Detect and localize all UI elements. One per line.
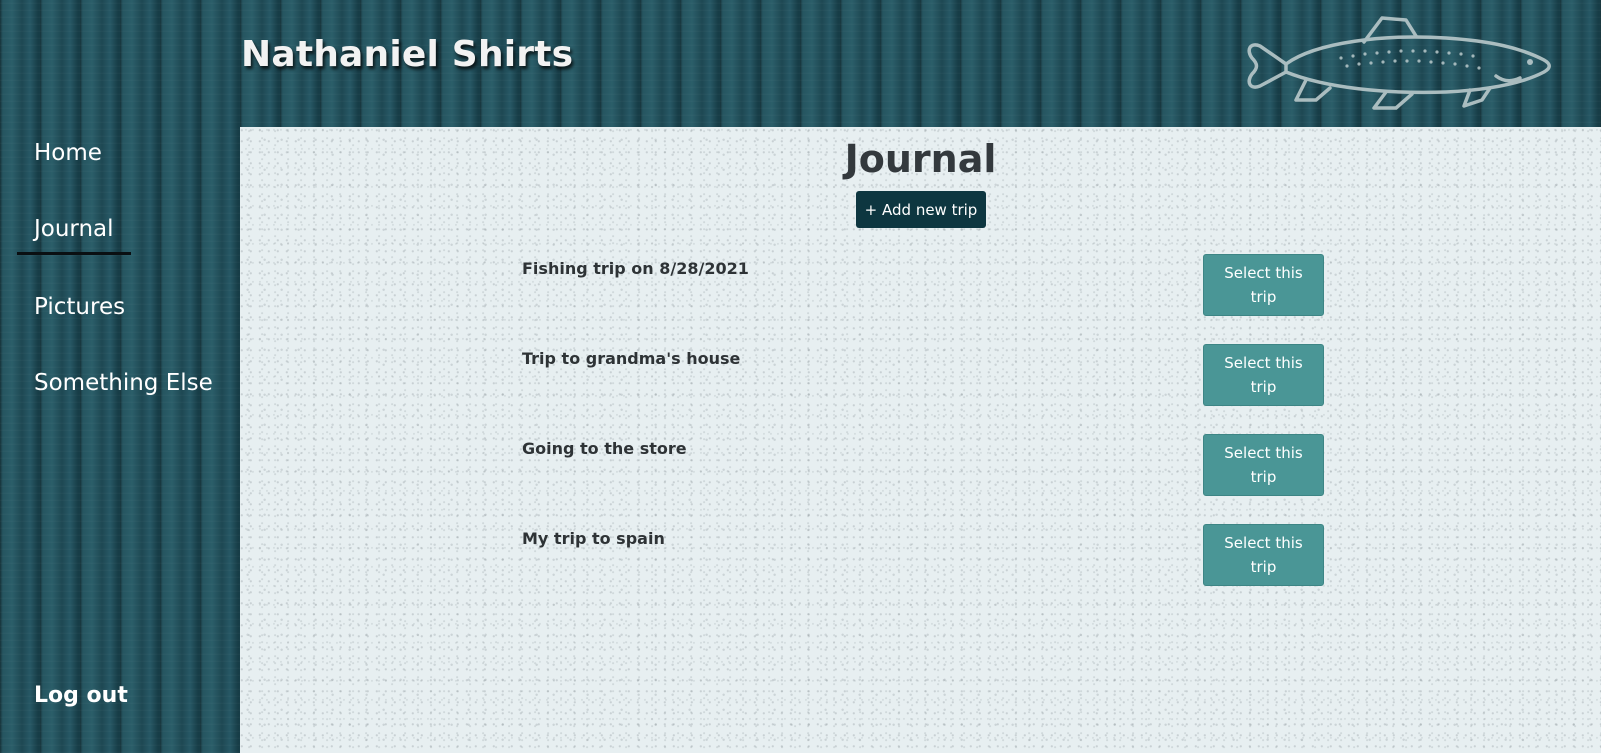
trip-row: Fishing trip on 8/28/2021 Select this tr… bbox=[240, 254, 1601, 316]
sidebar-item-journal[interactable]: Journal bbox=[34, 216, 114, 242]
select-trip-button[interactable]: Select this trip bbox=[1203, 434, 1324, 496]
sidebar-item-home[interactable]: Home bbox=[34, 140, 102, 166]
trip-title: My trip to spain bbox=[522, 529, 665, 548]
select-trip-button[interactable]: Select this trip bbox=[1203, 524, 1324, 586]
trip-row: My trip to spain Select this trip bbox=[240, 524, 1601, 586]
page-title: Journal bbox=[844, 137, 997, 181]
active-nav-indicator bbox=[17, 252, 131, 255]
trip-title: Fishing trip on 8/28/2021 bbox=[522, 259, 749, 278]
trip-row: Trip to grandma's house Select this trip bbox=[240, 344, 1601, 406]
logout-link[interactable]: Log out bbox=[34, 683, 128, 708]
add-new-trip-button[interactable]: + Add new trip bbox=[856, 191, 986, 228]
trip-title: Going to the store bbox=[522, 439, 687, 458]
sidebar-nav: Home Journal Pictures Something Else Log… bbox=[0, 127, 240, 753]
app-window: Nathaniel Shirts Home Journal Pictures S… bbox=[0, 0, 1601, 753]
select-trip-button[interactable]: Select this trip bbox=[1203, 344, 1324, 406]
trip-title: Trip to grandma's house bbox=[522, 349, 741, 368]
fish-icon bbox=[1247, 16, 1551, 110]
sidebar-item-pictures[interactable]: Pictures bbox=[34, 294, 125, 320]
select-trip-button[interactable]: Select this trip bbox=[1203, 254, 1324, 316]
sidebar-item-something-else[interactable]: Something Else bbox=[34, 370, 213, 396]
site-title: Nathaniel Shirts bbox=[241, 34, 574, 75]
trip-row: Going to the store Select this trip bbox=[240, 434, 1601, 496]
journal-panel: Journal + Add new trip Fishing trip on 8… bbox=[240, 127, 1601, 753]
